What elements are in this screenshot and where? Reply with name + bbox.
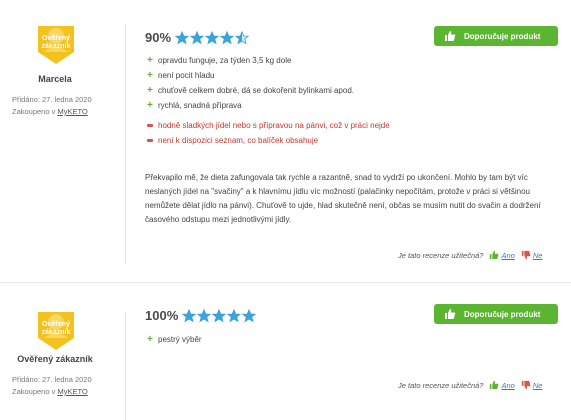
- pro-item: + chuťově celkem dobré, dá se dokořenit b…: [147, 83, 354, 98]
- reviewer-name: Marcela: [38, 74, 72, 84]
- vote-yes-label: Ano: [501, 250, 515, 260]
- minus-icon: [147, 124, 153, 127]
- column-divider: [125, 312, 126, 420]
- con-text: hodně sladkých jídel nebo s přípravou na…: [158, 121, 390, 130]
- helpful-question: Je tato recenze užitečná?: [398, 380, 484, 390]
- thumbs-up-icon: [490, 380, 499, 390]
- con-text: není k dispozici seznam, co balíček obsa…: [158, 136, 319, 145]
- pro-item: + rychlá, snadná příprava: [147, 98, 354, 113]
- star-icon: [220, 30, 235, 44]
- plus-icon: +: [147, 85, 153, 96]
- reviewer-name: Ověřený zákazník: [17, 354, 93, 364]
- star-icon: [182, 308, 197, 322]
- star-icon: [205, 30, 220, 44]
- shop-link[interactable]: MyKETO: [57, 387, 87, 396]
- star-icon: [242, 308, 257, 322]
- review-text: Překvapilo mě, že dieta zafungovala tak …: [145, 173, 541, 224]
- star-icon: [227, 308, 242, 322]
- helpfulness-vote: Je tato recenze užitečná? Ano Ne: [398, 380, 548, 390]
- thumbs-up-icon: [440, 26, 460, 46]
- helpfulness-vote: Je tato recenze užitečná? Ano Ne: [398, 250, 548, 260]
- vote-yes-label: Ano: [501, 380, 515, 390]
- vote-yes-button[interactable]: Ano: [489, 250, 515, 260]
- review-date: Přidáno: 27. ledna 2020: [12, 95, 92, 104]
- rating: 100%: [145, 308, 257, 323]
- star-icon: [175, 30, 190, 44]
- rating-stars: [175, 30, 250, 45]
- pro-text: rychlá, snadná příprava: [158, 101, 242, 110]
- thumbs-down-icon: [521, 250, 531, 260]
- vote-no-label: Ne: [532, 250, 543, 260]
- badge-label: Ověřený zákazník: [41, 35, 71, 50]
- review-card: Ověřený zákazník Marcela Přidáno: 27. le…: [0, 0, 571, 280]
- vote-no-label: Ne: [532, 380, 543, 390]
- vote-no-button[interactable]: Ne: [521, 380, 543, 390]
- recommends-product-badge: Doporučuje produkt: [434, 26, 558, 46]
- recommend-label: Doporučuje produkt: [464, 309, 541, 319]
- bought-prefix: Zakoupeno v: [12, 107, 56, 116]
- pro-item: + není pocit hladu: [147, 68, 354, 83]
- review-date: Přidáno: 27. ledna 2020: [12, 375, 92, 384]
- pro-text: chuťově celkem dobré, dá se dokořenit by…: [158, 86, 354, 95]
- pro-text: není pocit hladu: [158, 71, 215, 80]
- rating-percent: 90%: [145, 30, 172, 45]
- plus-icon: +: [147, 100, 153, 111]
- pro-item: + pestrý výběr: [147, 332, 202, 347]
- review-meta: Přidáno: 27. ledna 2020 Zakoupeno v MyKE…: [12, 94, 92, 118]
- con-item: hodně sladkých jídel nebo s přípravou na…: [147, 118, 390, 133]
- pros-list: + pestrý výběr: [147, 332, 202, 347]
- recommend-label: Doporučuje produkt: [464, 31, 541, 41]
- verified-customer-badge-icon: Ověřený zákazník: [34, 22, 78, 66]
- star-icon: [212, 308, 227, 322]
- cons-list: hodně sladkých jídel nebo s přípravou na…: [147, 118, 390, 148]
- star-icon: [235, 30, 250, 44]
- thumbs-up-icon: [440, 304, 460, 324]
- shop-link[interactable]: MyKETO: [57, 107, 87, 116]
- thumbs-up-icon: [490, 250, 499, 260]
- rating-percent: 100%: [145, 308, 179, 323]
- badge-label: Ověřený zákazník: [41, 321, 71, 336]
- vote-no-button[interactable]: Ne: [521, 250, 543, 260]
- rating-stars: [182, 308, 257, 323]
- plus-icon: +: [147, 55, 153, 66]
- bought-at: Zakoupeno v MyKETO: [12, 386, 92, 398]
- minus-icon: [147, 139, 153, 142]
- verified-customer-badge-icon: Ověřený zákazník: [34, 308, 78, 352]
- pro-text: opravdu funguje, za týden 3,5 kg dole: [158, 56, 292, 65]
- pro-item: + opravdu funguje, za týden 3,5 kg dole: [147, 53, 354, 68]
- rating: 90%: [145, 30, 250, 45]
- helpful-question: Je tato recenze užitečná?: [398, 250, 484, 260]
- thumbs-down-icon: [521, 380, 531, 390]
- bought-prefix: Zakoupeno v: [12, 387, 56, 396]
- star-icon: [197, 308, 212, 322]
- review-separator: [0, 282, 571, 283]
- star-icon: [190, 30, 205, 44]
- plus-icon: +: [147, 70, 153, 81]
- pro-text: pestrý výběr: [158, 335, 202, 344]
- pros-list: + opravdu funguje, za týden 3,5 kg dole +…: [147, 53, 354, 113]
- review-card: Ověřený zákazník Ověřený zákazník Přidán…: [0, 290, 571, 420]
- vote-yes-button[interactable]: Ano: [489, 380, 515, 390]
- con-item: není k dispozici seznam, co balíček obsa…: [147, 133, 390, 148]
- review-meta: Přidáno: 27. ledna 2020 Zakoupeno v MyKE…: [12, 374, 92, 398]
- recommends-product-badge: Doporučuje produkt: [434, 304, 558, 324]
- bought-at: Zakoupeno v MyKETO: [12, 106, 92, 118]
- column-divider: [125, 24, 126, 264]
- plus-icon: +: [147, 334, 153, 345]
